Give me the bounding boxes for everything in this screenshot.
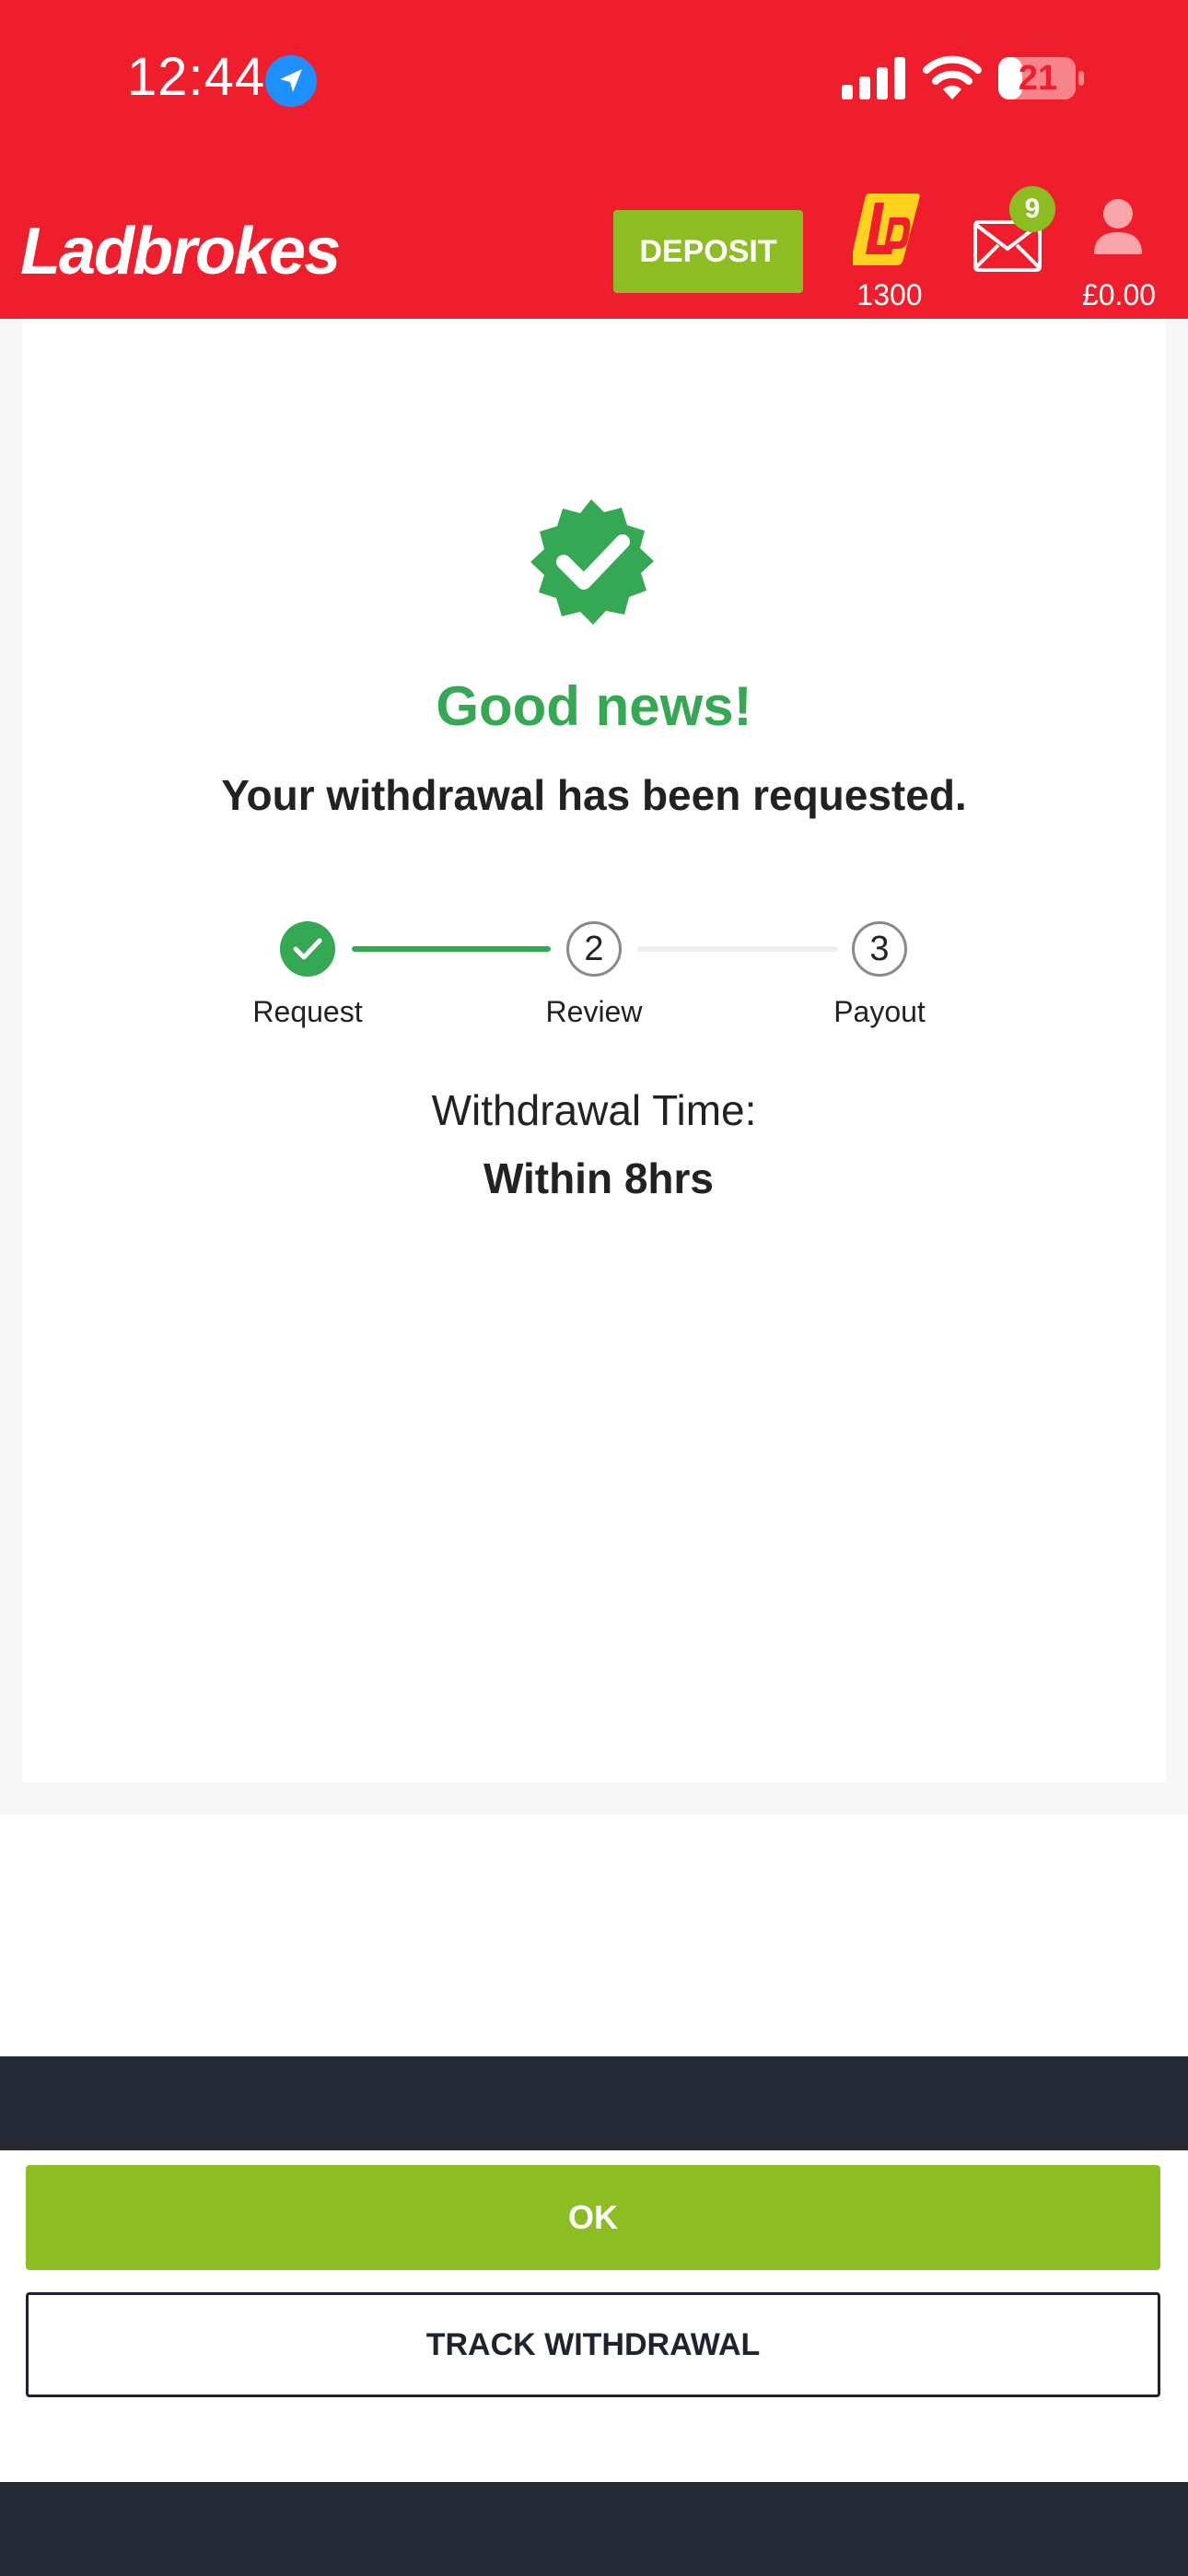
app-header: Ladbrokes DEPOSIT 1300 9 £0.00 [0,184,1188,319]
withdrawal-time-value: Within 8hrs [483,1154,715,1202]
ladbucks-count: 1300 [856,278,923,311]
battery-percent: 21 [1018,59,1058,98]
step-review-label: Review [545,995,643,1028]
step-payout-number: 3 [852,921,907,977]
wifi-icon [923,55,982,100]
withdrawal-confirmation-screen: 12:44 21 Ladbrokes DEPOSIT 1300 9 £0.00 … [0,0,1188,2576]
verified-check-badge-icon [530,499,654,625]
withdrawal-time-label: Withdrawal Time: [431,1086,757,1134]
footer-band-top [0,2056,1188,2150]
status-bar: 12:44 21 [0,0,1188,212]
ok-button[interactable]: OK [26,2165,1160,2270]
account-balance[interactable]: £0.00 [1059,278,1179,312]
location-arrow-icon [265,55,317,107]
deposit-button[interactable]: DEPOSIT [613,210,803,293]
step-review-number: 2 [566,921,622,977]
stepper-progress-line-pending [637,946,838,952]
stepper-progress-line-complete [352,946,551,952]
checkmark-icon [293,938,322,960]
step-request-complete [280,921,335,977]
mail-badge: 9 [1009,186,1055,232]
step-request-label: Request [252,995,363,1028]
confirmation-title: Good news! [436,675,752,737]
status-time: 12:44 [127,47,266,107]
user-icon[interactable] [1092,195,1144,258]
cellular-signal-icon [842,57,905,100]
ladbrokes-logo[interactable]: Ladbrokes [20,214,341,289]
footer-band-bottom [0,2482,1188,2576]
track-withdrawal-button[interactable]: TRACK WITHDRAWAL [26,2292,1160,2397]
confirmation-message: Your withdrawal has been requested. [221,771,967,819]
ladbucks-icon[interactable] [853,190,923,269]
step-payout-label: Payout [833,995,926,1028]
